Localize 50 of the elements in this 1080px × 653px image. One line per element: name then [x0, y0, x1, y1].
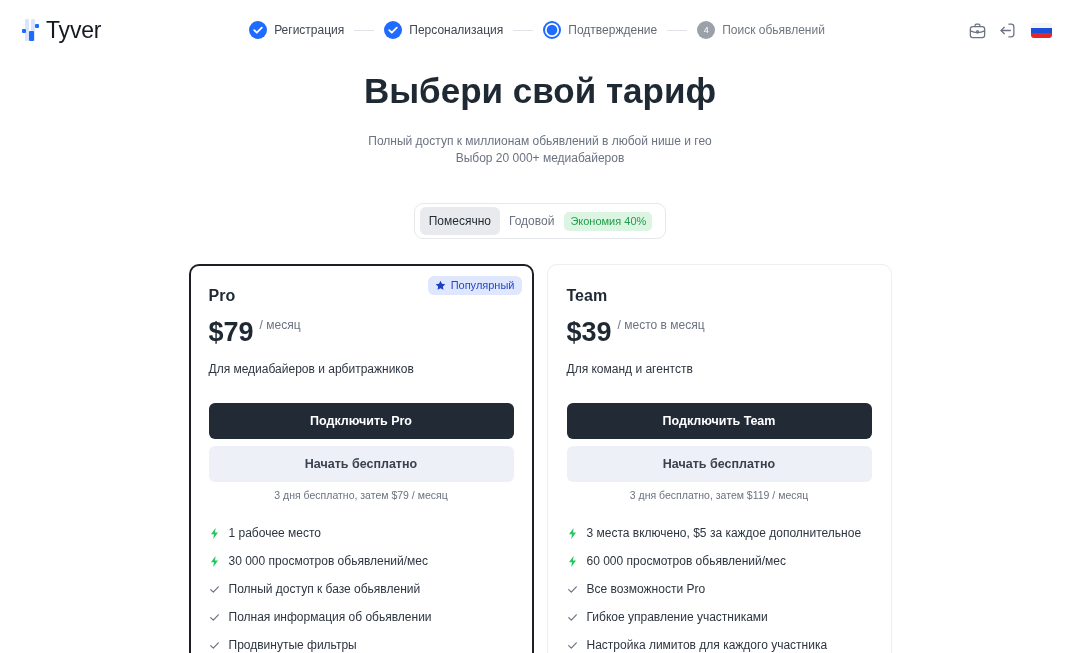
check-icon	[210, 585, 219, 593]
plan-name: Team	[566, 287, 608, 305]
free-trial-button[interactable]: Начать бесплатно	[566, 446, 872, 482]
check-icon	[210, 641, 219, 649]
flag-icon[interactable]	[1031, 22, 1052, 38]
step-label: Персонализация	[409, 22, 504, 38]
feature-text: Полный доступ к базе обьявлений	[228, 581, 421, 597]
lightning-icon	[569, 527, 576, 539]
free-trial-button[interactable]: Начать бесплатно	[208, 446, 514, 482]
logo-text: Tyver	[46, 17, 102, 43]
feature-text: Настройка лимитов для каждого участника	[586, 637, 828, 653]
price-period: / место в месяц	[617, 318, 705, 332]
popular-label: Популярный	[427, 276, 522, 295]
subtitle-text: Полный доступ к миллионам обьявлений в любой нише и гео	[368, 133, 712, 150]
billing-option[interactable]: Годовой	[500, 207, 564, 235]
check-icon	[210, 613, 219, 621]
star-icon	[434, 280, 446, 291]
plan-price: $79	[208, 317, 254, 347]
discount-label: Экономия 40%	[564, 211, 653, 231]
step-number: 4	[697, 21, 716, 39]
subscribe-button[interactable]: Подключить Team	[566, 403, 872, 439]
feature-text: Полная информация об обьявлении	[228, 609, 432, 625]
feature-text: Гибкое управление участниками	[586, 609, 768, 625]
step-label: Поиск обьявлений	[722, 22, 825, 38]
subtitle-text: Выбор 20 000+ медиабайеров	[455, 150, 625, 167]
trial-note: 3 дня бесплатно, затем $79 / месяц	[274, 488, 448, 502]
plan-price: $39	[566, 317, 612, 347]
price-period: / месяц	[259, 318, 301, 332]
feature-text: 60 000 просмотров обьявлений/мес	[586, 553, 786, 569]
feature-text: 30 000 просмотров обьявлений/мес	[228, 553, 428, 569]
feature-text: Продвинутые фильтры	[228, 637, 357, 653]
step-label: Регистрация	[274, 22, 345, 38]
check-icon	[568, 613, 577, 621]
plan-description: Для медиабайеров и арбитражников	[208, 361, 414, 377]
check-icon	[568, 641, 577, 649]
logo-icon	[22, 19, 39, 41]
plan-name: Pro	[208, 287, 236, 305]
page-title: Выбери свой тариф	[363, 70, 717, 112]
lightning-icon	[211, 555, 218, 567]
lightning-icon	[569, 555, 576, 567]
lightning-icon	[211, 527, 218, 539]
check-icon	[568, 585, 577, 593]
billing-option[interactable]: Помесячно	[419, 207, 500, 235]
feature-text: Все возможности Pro	[586, 581, 706, 597]
step-label: Подтверждение	[568, 22, 658, 38]
trial-note: 3 дня бесплатно, затем $119 / месяц	[629, 488, 809, 502]
feature-text: 3 места включено, $5 за каждое дополнительное	[586, 525, 862, 541]
subscribe-button[interactable]: Подключить Pro	[208, 403, 514, 439]
plan-description: Для команд и агентств	[566, 361, 693, 377]
feature-text: 1 рабочее место	[228, 525, 322, 541]
